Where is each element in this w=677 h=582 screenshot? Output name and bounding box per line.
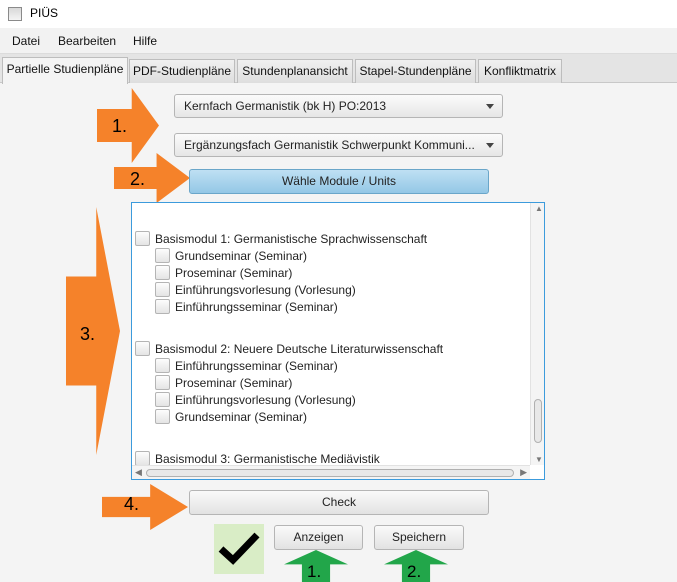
unit-label: Proseminar (Seminar) [175,266,293,280]
app-icon [8,7,22,21]
unit-checkbox[interactable] [155,358,170,373]
tab-bar: Partielle Studienpläne PDF-Studienpläne … [0,54,677,84]
title-bar: PIÜS [0,0,677,28]
unit-checkbox[interactable] [155,409,170,424]
scroll-up-icon[interactable]: ▲ [535,204,543,213]
result-2-label: 2. [407,562,422,581]
unit-label: Einführungsseminar (Seminar) [175,300,338,314]
horizontal-scrollbar[interactable]: ◀ ▶ [132,465,530,479]
menu-hilfe[interactable]: Hilfe [133,34,157,48]
check-status [214,524,264,574]
unit-checkbox[interactable] [155,392,170,407]
unit-checkbox[interactable] [155,248,170,263]
unit-checkbox[interactable] [155,375,170,390]
module-checkbox[interactable] [135,451,150,465]
select-modules-button[interactable]: Wähle Module / Units [189,169,489,194]
step-3-label: 3. [80,324,96,344]
unit-label: Einführungsseminar (Seminar) [175,359,338,373]
unit-label: Einführungsvorlesung (Vorlesung) [175,393,356,407]
unit-checkbox[interactable] [155,282,170,297]
window-title: PIÜS [30,6,59,20]
result-1-label: 1. [307,562,322,581]
horizontal-scroll-thumb[interactable] [146,469,514,477]
check-mark-icon [218,532,260,565]
scroll-left-icon[interactable]: ◀ [135,467,142,478]
module-tree: Basismodul 1: Germanistische Sprachwisse… [131,202,545,480]
module-checkbox[interactable] [135,341,150,356]
unit-checkbox[interactable] [155,265,170,280]
tab-pdf-studienplaene[interactable]: PDF-Studienpläne [129,59,235,83]
save-button[interactable]: Speichern [374,525,464,550]
unit-label: Einführungsvorlesung (Vorlesung) [175,283,356,297]
major-select-value: Kernfach Germanistik (bk H) PO:2013 [184,99,387,113]
menu-datei[interactable]: Datei [12,34,40,48]
menu-bearbeiten[interactable]: Bearbeiten [58,34,116,48]
minor-select[interactable]: Ergänzungsfach Germanistik Schwerpunkt K… [174,133,503,157]
chevron-down-icon [486,143,494,148]
minor-select-value: Ergänzungsfach Germanistik Schwerpunkt K… [184,138,475,152]
module-label: Basismodul 2: Neuere Deutsche Literaturw… [155,342,444,356]
module-list: Basismodul 1: Germanistische Sprachwisse… [132,203,530,465]
tab-konfliktmatrix[interactable]: Konfliktmatrix [478,59,562,83]
step-2-label: 2. [130,169,146,189]
major-select[interactable]: Kernfach Germanistik (bk H) PO:2013 [174,94,503,118]
unit-label: Grundseminar (Seminar) [175,249,308,263]
unit-checkbox[interactable] [155,299,170,314]
tab-stundenplanansicht[interactable]: Stundenplanansicht [237,59,353,83]
step-4-arrow-icon [102,484,188,530]
application-window: PIÜS Datei Bearbeiten Hilfe Partielle St… [0,0,677,582]
scroll-down-icon[interactable]: ▼ [535,455,543,464]
step-1-arrow-icon [97,88,159,163]
check-button[interactable]: Check [189,490,489,515]
unit-label: Proseminar (Seminar) [175,376,293,390]
tab-stapel-stundenplaene[interactable]: Stapel-Stundenpläne [355,59,476,83]
scroll-right-icon[interactable]: ▶ [520,467,527,478]
module-checkbox[interactable] [135,231,150,246]
unit-label: Grundseminar (Seminar) [175,410,308,424]
tab-partielle-studienplaene[interactable]: Partielle Studienpläne [2,57,128,84]
vertical-scrollbar[interactable]: ▲ ▼ [530,203,544,465]
show-button[interactable]: Anzeigen [274,525,363,550]
step-4-label: 4. [124,494,140,514]
menu-bar: Datei Bearbeiten Hilfe [0,28,677,54]
step-2-arrow-icon [114,153,190,203]
step-1-label: 1. [112,116,128,136]
module-label: Basismodul 1: Germanistische Sprachwisse… [155,232,428,246]
vertical-scroll-thumb[interactable] [534,399,542,443]
module-label: Basismodul 3: Germanistische Mediävistik [155,452,380,465]
chevron-down-icon [486,104,494,109]
